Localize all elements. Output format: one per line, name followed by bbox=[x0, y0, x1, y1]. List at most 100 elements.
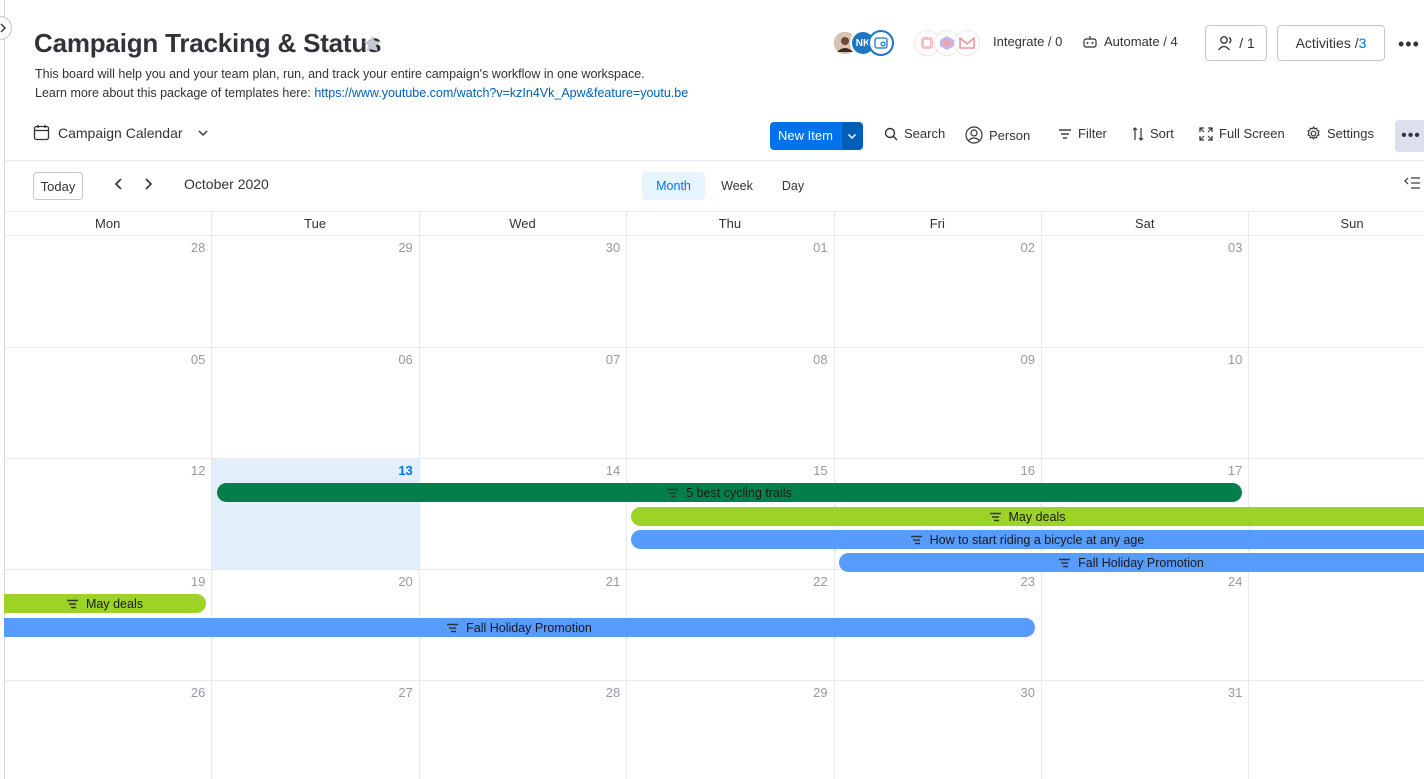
event-title: How to start riding a bicycle at any age bbox=[929, 532, 1145, 547]
expand-sidebar-button[interactable] bbox=[0, 16, 12, 40]
calendar-event[interactable]: May deals bbox=[631, 507, 1424, 526]
item-icon bbox=[447, 623, 459, 632]
day-number: 31 bbox=[1227, 685, 1243, 700]
new-item-dropdown[interactable] bbox=[840, 122, 863, 150]
template-link[interactable]: https://www.youtube.com/watch?v=kzIn4Vk_… bbox=[314, 86, 688, 100]
filter-icon bbox=[1059, 128, 1071, 139]
chevron-down-icon bbox=[848, 133, 857, 139]
person-icon bbox=[965, 126, 983, 144]
day-number: 15 bbox=[813, 463, 828, 478]
automate-label: Automate / 4 bbox=[1104, 34, 1178, 49]
settings-label: Settings bbox=[1327, 126, 1374, 141]
person-filter-button[interactable]: Person bbox=[965, 126, 1030, 144]
item-icon bbox=[67, 599, 78, 608]
settings-button[interactable]: Settings bbox=[1306, 126, 1374, 141]
day-number: 16 bbox=[1020, 463, 1035, 478]
chevron-left-icon bbox=[114, 178, 122, 190]
day-number: 10 bbox=[1227, 352, 1243, 367]
view-more-menu[interactable]: ••• bbox=[1395, 120, 1424, 152]
members-icon bbox=[1218, 36, 1232, 51]
chevron-right-icon bbox=[145, 178, 153, 190]
board-title[interactable]: Campaign Tracking & Status bbox=[34, 28, 382, 59]
day-number: 09 bbox=[1020, 352, 1035, 367]
new-item-button-group: New Item bbox=[770, 122, 863, 150]
day-number: 14 bbox=[605, 463, 621, 478]
day-number: 01 bbox=[813, 240, 828, 255]
automate-button[interactable]: Automate / 4 bbox=[1082, 34, 1178, 49]
filter-button[interactable]: Filter bbox=[1058, 126, 1107, 141]
item-icon bbox=[910, 535, 922, 544]
event-title: May deals bbox=[1008, 509, 1066, 524]
view-selector[interactable]: Campaign Calendar bbox=[33, 124, 209, 141]
calendar-icon bbox=[33, 124, 50, 141]
prev-month-button[interactable] bbox=[114, 177, 124, 193]
members-count: / 1 bbox=[1239, 35, 1255, 51]
collapse-list-icon bbox=[1404, 177, 1420, 189]
team-avatar[interactable] bbox=[868, 30, 894, 56]
sort-label: Sort bbox=[1150, 126, 1174, 141]
event-title: 5 best cycling trails bbox=[686, 485, 792, 500]
day-number: 03 bbox=[1227, 240, 1243, 255]
day-number: 13 bbox=[398, 463, 413, 478]
tab-day[interactable]: Day bbox=[770, 172, 816, 200]
tab-month[interactable]: Month bbox=[642, 172, 705, 200]
event-title: Fall Holiday Promotion bbox=[1078, 555, 1204, 570]
day-number: 24 bbox=[1227, 574, 1243, 589]
day-cell[interactable] bbox=[1248, 348, 1424, 459]
day-number: 29 bbox=[813, 685, 828, 700]
board-more-menu[interactable]: ••• bbox=[1398, 34, 1420, 55]
fullscreen-icon bbox=[1199, 126, 1213, 141]
current-month-label: October 2020 bbox=[184, 176, 269, 192]
new-item-button[interactable]: New Item bbox=[770, 122, 841, 150]
search-label: Search bbox=[904, 126, 946, 141]
next-month-button[interactable] bbox=[143, 177, 153, 193]
day-number: 19 bbox=[190, 574, 206, 589]
item-icon bbox=[1059, 558, 1071, 567]
weekday-sun: Sun bbox=[1340, 216, 1364, 231]
board-description-link-line: Learn more about this package of templat… bbox=[35, 86, 688, 100]
day-number: 26 bbox=[190, 685, 206, 700]
weekday-fri: Fri bbox=[929, 216, 945, 231]
gmail-icon bbox=[954, 30, 980, 56]
chevron-right-icon bbox=[0, 23, 6, 33]
day-number: 30 bbox=[1020, 685, 1035, 700]
day-number: 07 bbox=[605, 352, 621, 367]
team-icon bbox=[874, 37, 888, 49]
activities-count: 3 bbox=[1358, 35, 1367, 51]
search-button[interactable]: Search bbox=[884, 126, 945, 141]
sort-button[interactable]: Sort bbox=[1132, 126, 1174, 141]
day-number: 05 bbox=[190, 352, 206, 367]
weekday-sat: Sat bbox=[1134, 216, 1155, 231]
description-prefix: Learn more about this package of templat… bbox=[35, 86, 315, 100]
day-cell[interactable] bbox=[1248, 681, 1424, 779]
board-toolbar: Campaign Calendar New Item Search Person… bbox=[0, 116, 1424, 156]
day-number: 21 bbox=[605, 574, 621, 589]
calendar-event[interactable]: How to start riding a bicycle at any age bbox=[631, 530, 1424, 549]
sort-icon bbox=[1132, 126, 1144, 141]
item-icon bbox=[667, 488, 679, 497]
calendar-event[interactable]: Fall Holiday Promotion bbox=[839, 553, 1424, 572]
tab-week[interactable]: Week bbox=[708, 172, 766, 200]
calendar-event[interactable]: Fall Holiday Promotion bbox=[4, 618, 1035, 637]
integrate-label: Integrate / 0 bbox=[993, 34, 1063, 49]
invite-members-button[interactable]: / 1 bbox=[1205, 25, 1267, 61]
board-description: This board will help you and your team p… bbox=[35, 67, 645, 81]
side-panel-toggle[interactable] bbox=[1404, 176, 1420, 194]
today-button[interactable]: Today bbox=[33, 172, 83, 200]
event-title: May deals bbox=[86, 596, 143, 611]
weekday-thu: Thu bbox=[718, 216, 742, 231]
day-number: 28 bbox=[190, 240, 206, 255]
star-icon[interactable] bbox=[362, 34, 382, 59]
calendar-event[interactable]: May deals bbox=[4, 594, 206, 613]
day-number: 02 bbox=[1020, 240, 1035, 255]
filter-label: Filter bbox=[1078, 126, 1107, 141]
fullscreen-button[interactable]: Full Screen bbox=[1199, 126, 1285, 141]
integrate-button[interactable]: Integrate / 0 bbox=[993, 34, 1062, 49]
activities-button[interactable]: Activities / 3 bbox=[1277, 25, 1385, 61]
day-cell[interactable] bbox=[1248, 570, 1424, 681]
calendar-event[interactable]: 5 best cycling trails bbox=[217, 483, 1242, 502]
day-cell[interactable] bbox=[1248, 236, 1424, 347]
person-label: Person bbox=[989, 127, 1031, 143]
gear-icon bbox=[1307, 126, 1320, 141]
day-number: 17 bbox=[1227, 463, 1243, 478]
